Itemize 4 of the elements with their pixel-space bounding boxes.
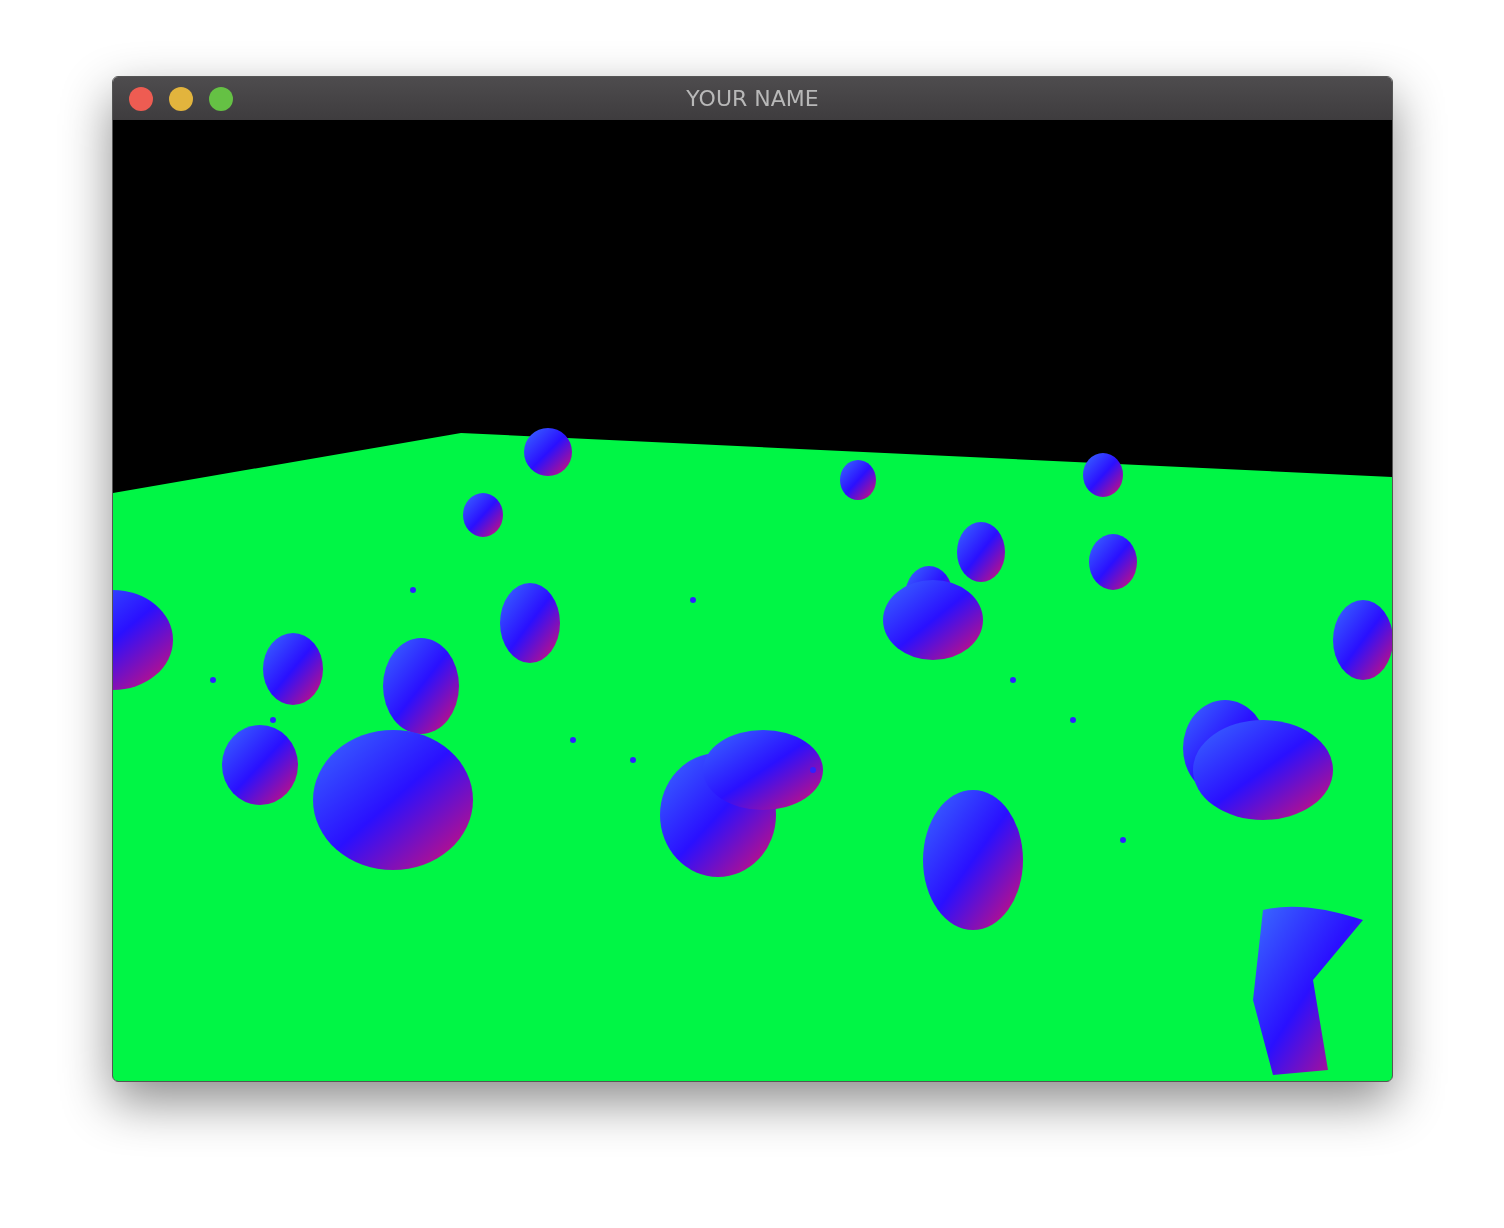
minimize-button-icon[interactable] (169, 86, 193, 111)
zoom-button-icon[interactable] (209, 86, 233, 111)
close-button-icon[interactable] (129, 86, 153, 111)
window-title: YOUR NAME (686, 86, 819, 111)
